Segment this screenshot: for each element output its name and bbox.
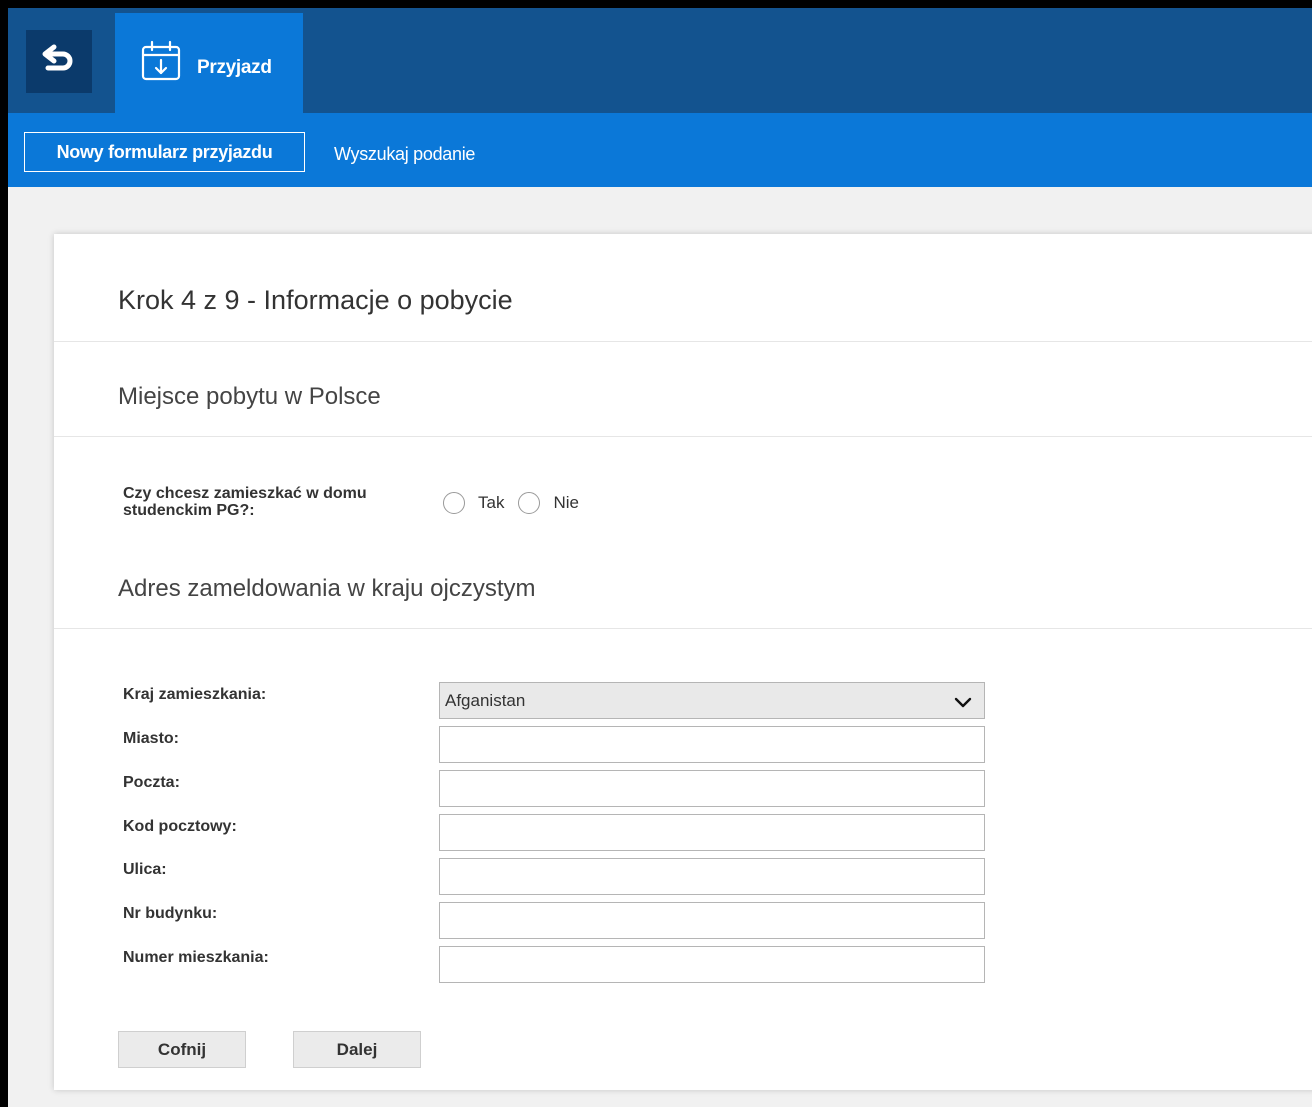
street-input[interactable] — [439, 858, 985, 895]
building-number-label: Nr budynku: — [123, 905, 218, 922]
country-select-value: Afganistan — [445, 690, 526, 710]
postal-code-input[interactable] — [439, 814, 985, 851]
street-label: Ulica: — [123, 861, 167, 878]
divider — [54, 341, 1312, 342]
top-bar: Przyjazd — [8, 8, 1312, 113]
app-tab-label: Przyjazd — [197, 57, 272, 78]
form-card: Krok 4 z 9 - Informacje o pobycie Miejsc… — [54, 234, 1312, 1090]
nav-new-arrival-form[interactable]: Nowy formularz przyjazdu — [24, 132, 305, 172]
nav-search-application[interactable]: Wyszukaj podanie — [334, 144, 475, 165]
page-title: Krok 4 z 9 - Informacje o pobycie — [118, 285, 513, 315]
section-title-address: Adres zameldowania w kraju ojczystym — [118, 575, 536, 602]
city-input[interactable] — [439, 726, 985, 763]
radio-nie[interactable] — [518, 492, 541, 514]
section-title-stay: Miejsce pobytu w Polsce — [118, 383, 381, 410]
apartment-number-label: Numer mieszkania: — [123, 949, 269, 966]
radio-nie-label: Nie — [553, 493, 579, 512]
radio-tak-label: Tak — [478, 493, 505, 512]
calendar-download-icon — [140, 40, 182, 87]
divider — [54, 436, 1312, 437]
post-label: Poczta: — [123, 774, 180, 791]
back-step-button[interactable]: Cofnij — [118, 1031, 246, 1068]
app-window: Przyjazd Nowy formularz przyjazdu Wyszuk… — [0, 0, 1312, 1107]
building-number-input[interactable] — [439, 902, 985, 939]
postal-code-label: Kod pocztowy: — [123, 818, 237, 835]
app-tab-przyjazd[interactable]: Przyjazd — [115, 13, 303, 113]
divider — [54, 628, 1312, 629]
country-label: Kraj zamieszkania: — [123, 686, 267, 703]
post-input[interactable] — [439, 770, 985, 807]
dorm-radio-group: Tak Nie — [443, 492, 593, 514]
next-step-button[interactable]: Dalej — [293, 1031, 421, 1068]
radio-tak[interactable] — [443, 492, 465, 514]
back-arrow-icon — [42, 44, 76, 79]
sub-navigation: Nowy formularz przyjazdu Wyszukaj podani… — [8, 113, 1312, 187]
dorm-question-label: Czy chcesz zamieszkać w domu studenckim … — [123, 485, 367, 519]
city-label: Miasto: — [123, 730, 179, 747]
chevron-down-icon — [954, 694, 972, 714]
apartment-number-input[interactable] — [439, 946, 985, 983]
back-button[interactable] — [26, 30, 92, 93]
country-select[interactable]: Afganistan — [439, 682, 985, 719]
